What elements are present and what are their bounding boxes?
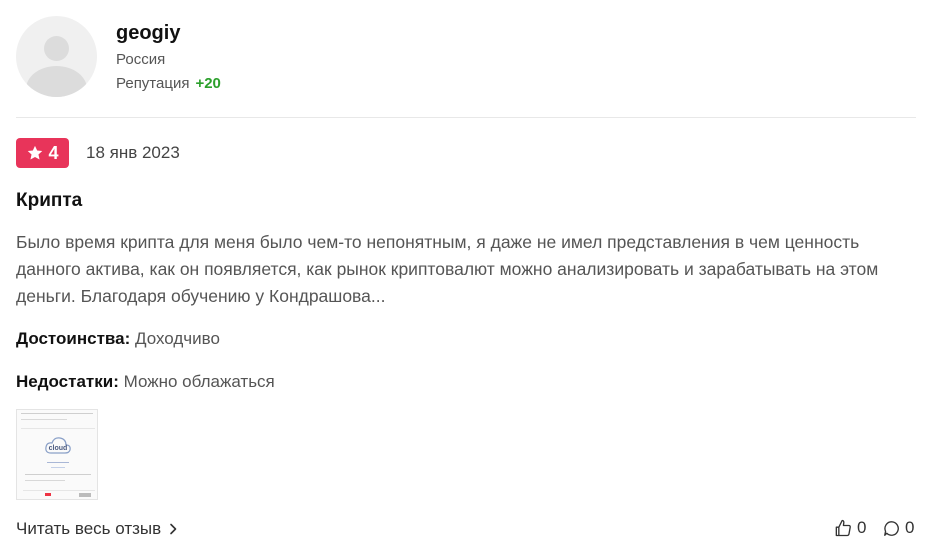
comment-button[interactable]: 0 — [882, 518, 914, 538]
review-pros: Достоинства: Доходчиво — [16, 329, 220, 349]
reputation-label: Репутация — [116, 75, 190, 92]
divider — [16, 117, 916, 118]
thumb-line — [23, 490, 95, 491]
thumb-line — [25, 480, 65, 481]
pros-label: Достоинства: — [16, 329, 131, 348]
thumb-line — [21, 428, 95, 429]
avatar-body-icon — [26, 66, 87, 97]
pros-value: Доходчиво — [135, 329, 220, 348]
avatar-head-icon — [44, 36, 69, 61]
rating-badge: 4 — [16, 138, 69, 168]
avatar[interactable] — [16, 16, 97, 97]
thumb-mark — [45, 493, 51, 496]
cons-value: Можно облажаться — [123, 372, 275, 391]
review-title[interactable]: Крипта — [16, 190, 82, 212]
reputation-value: +20 — [195, 75, 221, 92]
like-button[interactable]: 0 — [833, 518, 866, 538]
thumb-line — [21, 413, 93, 414]
review-text: Было время крипта для меня было чем-то н… — [16, 232, 879, 306]
thumbs-up-icon — [835, 519, 851, 537]
chevron-right-icon — [170, 523, 177, 535]
comment-count: 0 — [905, 518, 915, 537]
comment-icon — [884, 520, 899, 536]
thumb-line — [51, 467, 65, 468]
user-country: Россия — [116, 51, 166, 68]
star-icon — [28, 145, 43, 160]
read-full-review-link[interactable]: Читать весь отзыв — [16, 519, 177, 539]
review-cons: Недостатки: Можно облажаться — [16, 372, 275, 392]
thumb-mark — [79, 493, 91, 497]
thumb-line — [21, 419, 67, 420]
read-more-label: Читать весь отзыв — [16, 519, 162, 538]
thumb-line — [25, 474, 91, 475]
reputation: Репутация +20 — [116, 75, 221, 92]
like-count: 0 — [857, 518, 867, 537]
cons-label: Недостатки: — [16, 372, 119, 391]
username[interactable]: geogiy — [116, 22, 180, 45]
thumb-line — [47, 462, 69, 463]
attachment-caption: cloud — [48, 445, 68, 452]
review-date: 18 янв 2023 — [86, 143, 180, 162]
rating-value: 4 — [48, 142, 59, 163]
attachment-thumbnail[interactable]: cloud — [16, 409, 98, 500]
